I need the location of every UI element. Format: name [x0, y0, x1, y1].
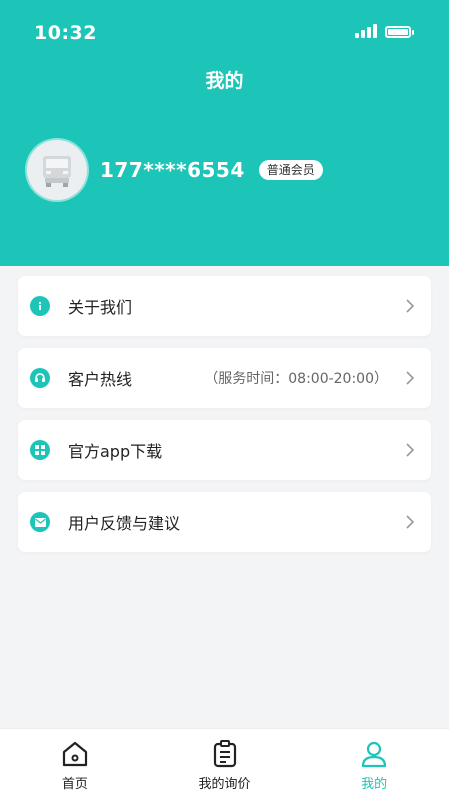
menu-item-feedback[interactable]: 用户反馈与建议	[18, 492, 431, 552]
menu-label: 客户热线	[68, 370, 133, 389]
profile-header: 10:32 我的 177****6554 普通会员	[0, 0, 449, 266]
status-time: 10:32	[34, 22, 97, 44]
menu-item-about[interactable]: 关于我们	[18, 276, 431, 336]
user-phone: 177****6554	[100, 158, 245, 182]
app-grid-icon	[30, 440, 50, 460]
chevron-right-icon	[406, 299, 415, 313]
truck-avatar-icon	[43, 156, 71, 187]
chevron-right-icon	[406, 371, 415, 385]
tab-home[interactable]: 首页	[0, 729, 150, 801]
service-hours: （服务时间：08:00-20:00）	[204, 371, 388, 387]
status-icons	[355, 24, 414, 38]
hotline-icon	[30, 368, 50, 388]
menu-label: 官方app下载	[68, 442, 163, 461]
avatar[interactable]	[27, 140, 87, 200]
tab-my-inquiries[interactable]: 我的询价	[150, 729, 300, 801]
chevron-right-icon	[406, 515, 415, 529]
tab-label: 我的	[361, 777, 388, 792]
menu-item-app-download[interactable]: 官方app下载	[18, 420, 431, 480]
chevron-right-icon	[406, 443, 415, 457]
info-icon	[30, 296, 50, 316]
tab-label: 首页	[61, 777, 88, 792]
home-icon	[62, 741, 87, 767]
member-badge: 普通会员	[258, 160, 323, 180]
menu-item-hotline[interactable]: 客户热线 （服务时间：08:00-20:00）	[18, 348, 431, 408]
battery-icon	[385, 26, 414, 38]
page-title: 我的	[205, 70, 244, 92]
mail-icon	[30, 512, 50, 532]
clipboard-icon	[213, 740, 236, 768]
tab-mine[interactable]: 我的	[299, 729, 449, 801]
profile-summary: 177****6554 普通会员	[27, 140, 323, 200]
user-icon	[362, 741, 387, 768]
tab-label: 我的询价	[198, 777, 251, 792]
menu-label: 用户反馈与建议	[68, 514, 181, 533]
signal-icon	[355, 24, 377, 38]
menu-label: 关于我们	[68, 298, 133, 317]
bottom-tab-bar: 首页 我的询价 我的	[0, 728, 449, 801]
status-bar: 10:32	[0, 0, 449, 70]
